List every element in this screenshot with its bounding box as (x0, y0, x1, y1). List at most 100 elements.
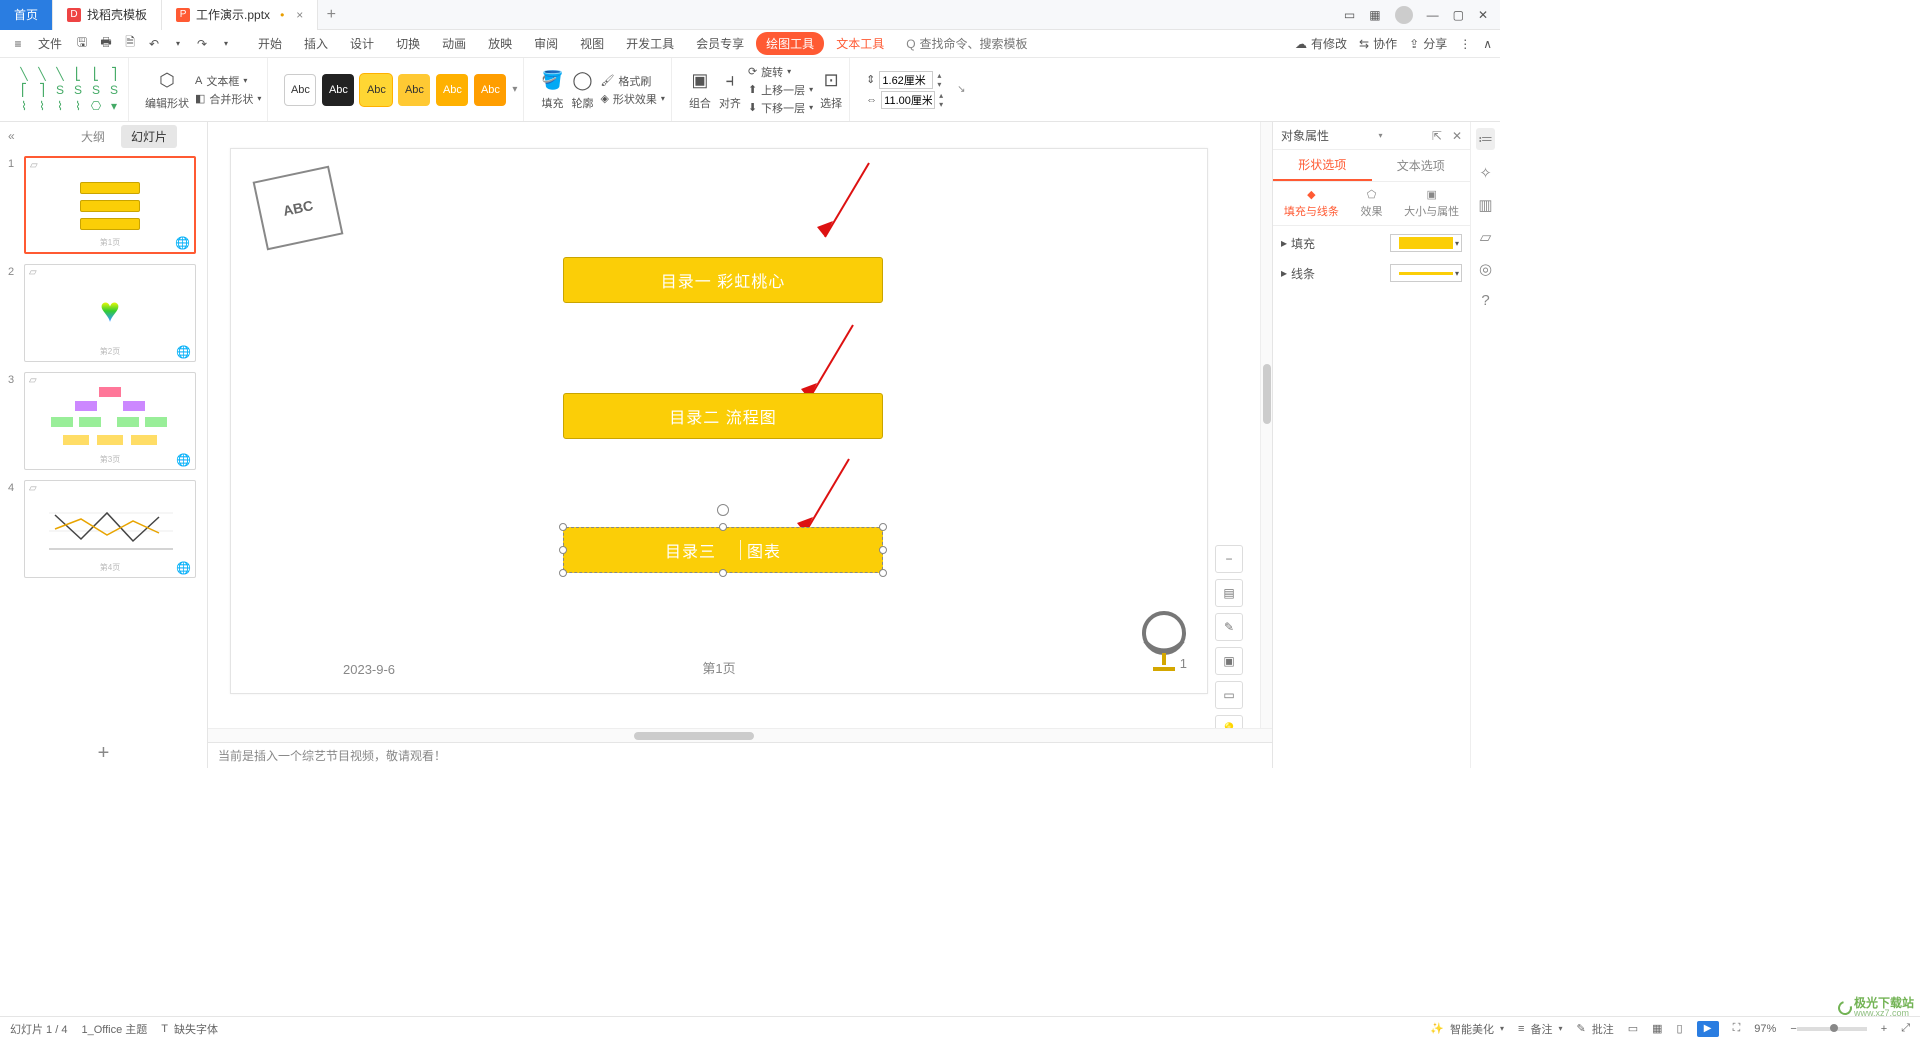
toc-bar-1[interactable]: 目录一 彩虹桃心 (563, 257, 883, 303)
resize-handle[interactable] (559, 569, 567, 577)
prop-sub-fx[interactable]: ⬠效果 (1360, 188, 1382, 219)
forward-button[interactable]: ⬆上移一层▾ (748, 82, 813, 98)
shape-effects-button[interactable]: ◈形状效果▾ (600, 91, 664, 107)
redo-dropdown-icon[interactable]: ▾ (216, 34, 236, 54)
resize-handle[interactable] (879, 523, 887, 531)
status-missing-font[interactable]: T缺失字体 (161, 1021, 218, 1037)
float-bulb-icon[interactable]: 💡 (1215, 715, 1243, 728)
style-swatch-3[interactable]: Abc (360, 74, 392, 106)
zoom-label[interactable]: 97% (1754, 1023, 1776, 1035)
line-tool[interactable]: S (52, 83, 68, 97)
line-tool[interactable]: ⎡ (16, 83, 32, 97)
width-input[interactable] (881, 91, 935, 109)
ribbon-tab-text-tools[interactable]: 文本工具 (826, 32, 894, 55)
play-button[interactable]: ▶ (1697, 1021, 1719, 1037)
line-tool[interactable]: S (106, 83, 122, 97)
redo-icon[interactable]: ↷ (192, 34, 212, 54)
thumb-1[interactable]: 1 ▱ 第1页🌐 (8, 156, 199, 254)
strip-properties-icon[interactable]: ≔ (1476, 128, 1495, 150)
resize-handle[interactable] (719, 569, 727, 577)
ribbon-tab-transition[interactable]: 切换 (386, 32, 430, 55)
prop-sub-size[interactable]: ▣大小与属性 (1404, 188, 1459, 219)
collapse-outline-icon[interactable]: « (8, 129, 15, 143)
file-menu[interactable]: 文件 (32, 33, 68, 54)
strip-image-icon[interactable]: ▱ (1480, 228, 1492, 246)
strip-star-icon[interactable]: ✧ (1479, 164, 1492, 182)
resize-handle[interactable] (879, 569, 887, 577)
float-pencil-icon[interactable]: ✎ (1215, 613, 1243, 641)
textbox-button[interactable]: A文本框▾ (195, 73, 261, 89)
prop-tab-text[interactable]: 文本选项 (1372, 150, 1471, 181)
style-swatch-1[interactable]: Abc (284, 74, 316, 106)
line-color-picker[interactable]: ▾ (1390, 264, 1462, 282)
preview-icon[interactable]: 🗎 (120, 34, 140, 54)
pin-icon[interactable]: ⇱ (1432, 129, 1442, 143)
outline-tab[interactable]: 大纲 (71, 125, 115, 148)
view-reading-icon[interactable]: ▯ (1677, 1022, 1683, 1035)
toc-bar-2[interactable]: 目录二 流程图 (563, 393, 883, 439)
view-sorter-icon[interactable]: ▦ (1652, 1022, 1662, 1035)
select-pane-button[interactable]: ⊡选择 (819, 69, 843, 111)
style-swatch-2[interactable]: Abc (322, 74, 354, 106)
ribbon-tab-member[interactable]: 会员专享 (686, 32, 754, 55)
ribbon-tab-design[interactable]: 设计 (340, 32, 384, 55)
search-input[interactable] (920, 37, 1030, 51)
command-search[interactable]: Q (906, 37, 1029, 51)
line-tool[interactable]: S (70, 83, 86, 97)
ribbon-tab-animation[interactable]: 动画 (432, 32, 476, 55)
merge-shape-button[interactable]: ◧合并形状▾ (195, 91, 261, 107)
line-tool[interactable]: ╲ (34, 67, 50, 81)
notes-bar[interactable]: 当前是插入一个综艺节目视频，敬请观看！ (208, 742, 1272, 768)
line-tool[interactable]: ⌇ (16, 99, 32, 113)
slides-tab[interactable]: 幻灯片 (121, 125, 177, 148)
hamburger-icon[interactable]: ≡ (8, 34, 28, 54)
globe-shape[interactable] (1137, 611, 1191, 673)
strip-help-icon[interactable]: ? (1481, 292, 1489, 309)
float-layers-icon[interactable]: ▤ (1215, 579, 1243, 607)
close-window-icon[interactable]: ✕ (1478, 8, 1488, 22)
ribbon-tab-dev[interactable]: 开发工具 (616, 32, 684, 55)
step-up[interactable]: ▴ (939, 91, 951, 100)
undo-icon[interactable]: ↶ (144, 34, 164, 54)
status-theme[interactable]: 1_Office 主题 (81, 1021, 147, 1037)
backward-button[interactable]: ⬇下移一层▾ (748, 100, 813, 116)
line-tool[interactable]: ⎔ (88, 99, 104, 113)
line-tool[interactable]: ⎣ (70, 67, 86, 81)
scrollbar-vertical[interactable] (1260, 122, 1272, 728)
print-icon[interactable]: 🖶 (96, 34, 116, 54)
outline-button[interactable]: ◯轮廓 (570, 69, 594, 111)
step-up[interactable]: ▴ (937, 71, 949, 80)
ribbon-tab-drawing-tools[interactable]: 绘图工具 (756, 32, 824, 55)
float-rect-icon[interactable]: ▭ (1215, 681, 1243, 709)
line-tool[interactable]: ⎤ (106, 67, 122, 81)
style-swatch-6[interactable]: Abc (474, 74, 506, 106)
fill-color-picker[interactable]: ▾ (1390, 234, 1462, 252)
prop-sub-fill[interactable]: ◆填充与线条 (1284, 188, 1339, 219)
more-icon[interactable]: ⋮ (1459, 37, 1471, 51)
resize-handle[interactable] (559, 546, 567, 554)
smart-beautify-button[interactable]: ✨智能美化▾ (1430, 1021, 1504, 1037)
fill-section-toggle[interactable]: ▸ 填充 (1281, 235, 1315, 252)
style-swatch-4[interactable]: Abc (398, 74, 430, 106)
tab-home[interactable]: 首页 (0, 0, 53, 30)
rotate-button[interactable]: ⟳旋转▾ (748, 64, 813, 80)
close-tab-icon[interactable]: × (296, 8, 303, 22)
minimize-icon[interactable]: — (1427, 8, 1439, 22)
collapse-ribbon-icon[interactable]: ∧ (1483, 37, 1492, 51)
align-button[interactable]: ⫞对齐 (718, 69, 742, 111)
save-icon[interactable]: 🖫 (72, 34, 92, 54)
fill-button[interactable]: 🪣填充 (540, 69, 564, 111)
line-tool[interactable]: ⌇ (70, 99, 86, 113)
line-more[interactable]: ▾ (106, 99, 122, 113)
user-avatar[interactable] (1395, 6, 1413, 24)
resize-handle[interactable] (879, 546, 887, 554)
group-button[interactable]: ▣组合 (688, 69, 712, 111)
thumb-4[interactable]: 4 ▱ 第4页🌐 (8, 480, 199, 578)
line-tool[interactable]: ╲ (52, 67, 68, 81)
scrollbar-horizontal[interactable] (208, 728, 1272, 742)
rotate-handle[interactable] (717, 504, 729, 516)
resize-handle[interactable] (719, 523, 727, 531)
apps-icon[interactable]: ▦ (1369, 8, 1380, 22)
undo-dropdown-icon[interactable]: ▾ (168, 34, 188, 54)
tab-current-file[interactable]: P 工作演示.pptx • × (162, 0, 318, 30)
